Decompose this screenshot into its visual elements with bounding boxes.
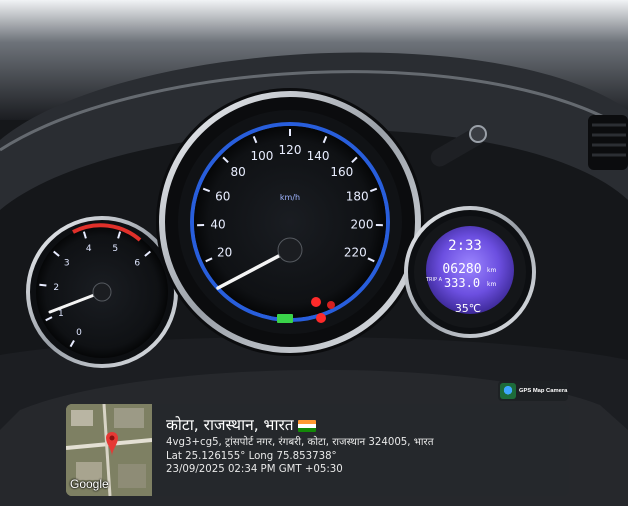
airbag-warning-icon (327, 301, 335, 309)
speedometer-tick-label: 40 (210, 218, 225, 232)
gps-map-camera-icon (500, 383, 516, 399)
speed-unit-label: km/h (280, 193, 300, 202)
speedometer-tick-label: 180 (346, 189, 369, 203)
trip-label: TRIP A (425, 277, 443, 283)
trip-readout: 333.0 (444, 276, 480, 290)
speedometer-tick-label: 80 (231, 165, 246, 179)
brake-warning-icon (316, 313, 326, 323)
tachometer-tick-label: 4 (86, 244, 92, 254)
clock-readout: 2:33 (448, 238, 482, 254)
location-map-thumbnail: Google (66, 404, 152, 496)
map-brand-label: Google (70, 477, 109, 491)
temperature-readout: 35℃ (455, 302, 481, 315)
tachometer-tick-label: 5 (112, 244, 118, 254)
speedometer-tick-label: 140 (307, 149, 330, 163)
gps-app-badge: GPS Map Camera (498, 381, 568, 401)
multi-info-display: 2:33 06280 km TRIP A 333.0 km 35℃ (404, 206, 536, 338)
speedometer-tick-label: 20 (217, 246, 232, 260)
tachometer-tick-label: 2 (53, 283, 59, 293)
tachometer-tick-label: 1 (58, 309, 64, 319)
eco-indicator-icon (277, 314, 293, 323)
odometer-readout: 06280 (442, 262, 481, 277)
tachometer-tick-label: 6 (134, 259, 140, 269)
gps-city-line: कोटा, राजस्थान, भारत (166, 414, 434, 436)
tachometer-tick-label: 3 (64, 259, 70, 269)
speedometer-tick-label: 120 (279, 143, 302, 157)
speedometer-tick-label: 160 (330, 165, 353, 179)
tachometer-tick-label: 0 (76, 328, 82, 338)
tachometer-tick-mark (39, 283, 47, 287)
gps-stamp-text: कोटा, राजस्थान, भारत 4vg3+cg5, ट्रांसपोर… (166, 414, 434, 477)
trip-unit: km (487, 281, 496, 288)
gps-address: 4vg3+cg5, ट्रांसपोर्ट नगर, रंगबरी, कोटा,… (166, 437, 434, 448)
odometer-unit: km (487, 267, 496, 274)
speedometer-tick-label: 200 (351, 218, 374, 232)
tachometer: 0 1 2 3 4 5 6 (26, 216, 178, 368)
speedometer-tick-label: 60 (215, 189, 230, 203)
gps-stamp-card: Google कोटा, राजस्थान, भारत 4vg3+cg5, ट्… (66, 404, 569, 496)
speedometer-tick-label: 220 (344, 246, 367, 260)
seatbelt-warning-icon (311, 297, 321, 307)
gps-datetime: 23/09/2025 02:34 PM GMT +05:30 (166, 464, 343, 475)
speedometer: 20 40 6080 100 120 140160 180 200 220 km/h (156, 88, 424, 356)
gps-city: कोटा, राजस्थान, भारत (166, 416, 294, 434)
speedometer-tick-label: 100 (250, 149, 273, 163)
india-flag-icon (297, 419, 316, 432)
gps-app-name: GPS Map Camera (519, 388, 568, 394)
gps-coordinates: Lat 25.126155° Long 75.853738° (166, 450, 337, 462)
